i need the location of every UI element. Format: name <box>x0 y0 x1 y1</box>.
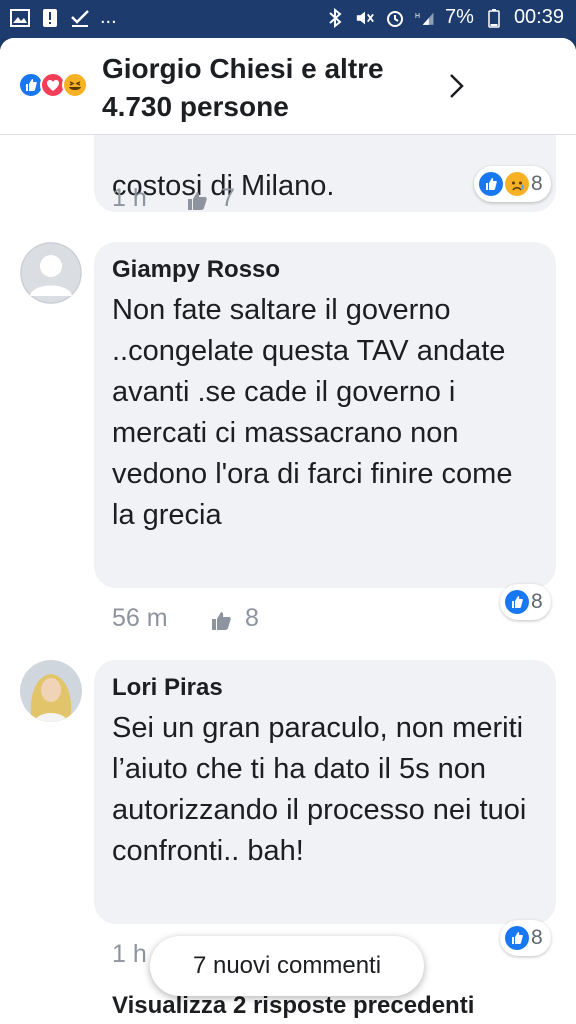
like-count[interactable]: 7 <box>186 184 235 213</box>
thumbs-up-icon <box>186 189 208 211</box>
chevron-right-icon[interactable] <box>446 72 468 100</box>
comment-time: 56 m <box>112 604 168 632</box>
reaction-count: 8 <box>531 926 543 949</box>
like-count[interactable]: 8 <box>210 604 259 633</box>
reaction-pill[interactable]: 8 <box>474 166 551 202</box>
comments-sheet: Giorgio Chiesi e altre 4.730 persone cos… <box>0 38 576 1024</box>
new-comments-button[interactable]: 7 nuovi commenti <box>150 936 424 996</box>
like-icon <box>479 172 503 196</box>
alarm-icon <box>385 8 405 28</box>
avatar[interactable] <box>20 660 82 722</box>
comment-author[interactable]: Lori Piras <box>112 674 538 702</box>
download-done-icon <box>70 8 90 28</box>
haha-icon <box>62 72 88 98</box>
image-notification-icon <box>10 8 30 28</box>
reaction-icons <box>18 72 98 100</box>
reactions-header[interactable]: Giorgio Chiesi e altre 4.730 persone <box>0 38 576 135</box>
view-previous-replies-link[interactable]: Visualizza 2 risposte precedenti <box>112 992 474 1020</box>
bluetooth-icon <box>325 7 345 28</box>
like-icon <box>505 590 529 614</box>
like-count-value: 7 <box>220 184 235 212</box>
svg-text:H: H <box>415 13 420 20</box>
mute-icon <box>355 8 375 28</box>
reaction-count: 8 <box>531 172 543 195</box>
battery-icon <box>484 8 504 28</box>
avatar[interactable] <box>20 242 82 304</box>
reaction-pill[interactable]: 8 <box>500 920 551 956</box>
comment-text: Sei un gran paraculo, non meriti l’aiuto… <box>112 712 527 867</box>
more-notifications: ... <box>100 6 117 28</box>
battery-percent: 7% <box>445 6 474 28</box>
status-bar: ... H 7% 00:39 <box>0 0 576 38</box>
thumbs-up-icon <box>210 609 232 631</box>
comment-time: 1 h <box>112 940 147 968</box>
reaction-pill[interactable]: 8 <box>500 584 551 620</box>
comment-text: Non fate saltare il governo ..congelate … <box>112 294 513 531</box>
clock: 00:39 <box>513 6 564 28</box>
reaction-count: 8 <box>531 590 543 613</box>
signal-icon: H <box>415 8 435 28</box>
like-icon <box>505 926 529 950</box>
comment-bubble[interactable]: Giampy Rosso Non fate saltare il governo… <box>94 242 556 588</box>
like-count-value: 8 <box>244 604 259 632</box>
sad-icon <box>505 172 529 196</box>
comment-bubble[interactable]: Lori Piras Sei un gran paraculo, non mer… <box>94 660 556 924</box>
reactions-summary: Giorgio Chiesi e altre 4.730 persone <box>102 53 384 122</box>
alert-notification-icon <box>40 8 60 28</box>
comment-time: 1 h <box>112 184 147 212</box>
comment-author[interactable]: Giampy Rosso <box>112 256 538 284</box>
